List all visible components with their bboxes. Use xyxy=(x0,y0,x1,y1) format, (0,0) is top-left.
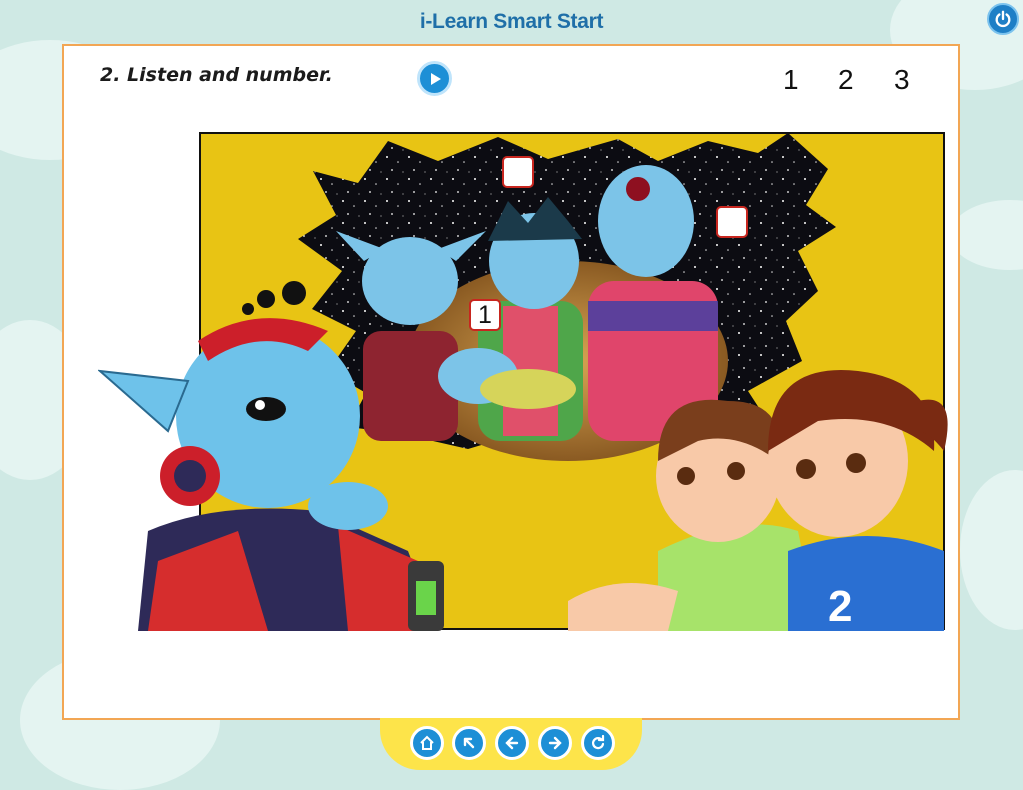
girl-eye xyxy=(846,453,866,473)
girl-eye xyxy=(796,459,816,479)
power-button[interactable] xyxy=(987,3,1019,35)
girl-shirt-number: 2 xyxy=(828,582,852,631)
answer-box-2[interactable]: 1 xyxy=(469,299,501,331)
alien-ear xyxy=(98,369,190,433)
play-audio-button[interactable] xyxy=(417,61,452,96)
play-audio-icon xyxy=(430,72,441,85)
background-cloud xyxy=(960,470,1023,630)
baby-blanket xyxy=(480,369,576,409)
alien-eye-glint xyxy=(255,400,265,410)
alien-wrist-screen xyxy=(416,581,436,615)
number-option-1[interactable]: 1 xyxy=(783,64,799,96)
boy-eye xyxy=(727,462,745,480)
story-illustration: 2 xyxy=(98,132,948,631)
next-button[interactable] xyxy=(538,726,572,760)
father-gem xyxy=(626,177,650,201)
thought-dot xyxy=(282,281,306,305)
app-title: i-Learn Smart Start xyxy=(419,10,604,33)
alien-headphone-inner xyxy=(174,460,206,492)
back-to-menu-button[interactable] xyxy=(452,726,486,760)
replay-icon xyxy=(591,735,605,750)
power-icon xyxy=(995,10,1011,28)
answer-box-1[interactable] xyxy=(502,156,534,188)
next-icon xyxy=(548,736,562,750)
exercise-instruction: 2. Listen and number. xyxy=(100,64,333,86)
father-armor xyxy=(588,301,718,331)
previous-button[interactable] xyxy=(495,726,529,760)
back-to-menu-icon xyxy=(463,737,475,749)
number-option-2[interactable]: 2 xyxy=(838,64,854,96)
number-option-3[interactable]: 3 xyxy=(894,64,910,96)
boy-eye xyxy=(677,467,695,485)
thought-dot xyxy=(257,290,275,308)
home-icon xyxy=(420,735,434,750)
girl-shirt xyxy=(788,536,944,631)
background-cloud xyxy=(950,200,1023,270)
answer-box-3[interactable] xyxy=(716,206,748,238)
home-button[interactable] xyxy=(410,726,444,760)
alien-hand xyxy=(308,482,388,530)
replay-button[interactable] xyxy=(581,726,615,760)
thought-dot xyxy=(242,303,254,315)
alien-eye xyxy=(246,397,286,421)
previous-icon xyxy=(505,736,519,750)
